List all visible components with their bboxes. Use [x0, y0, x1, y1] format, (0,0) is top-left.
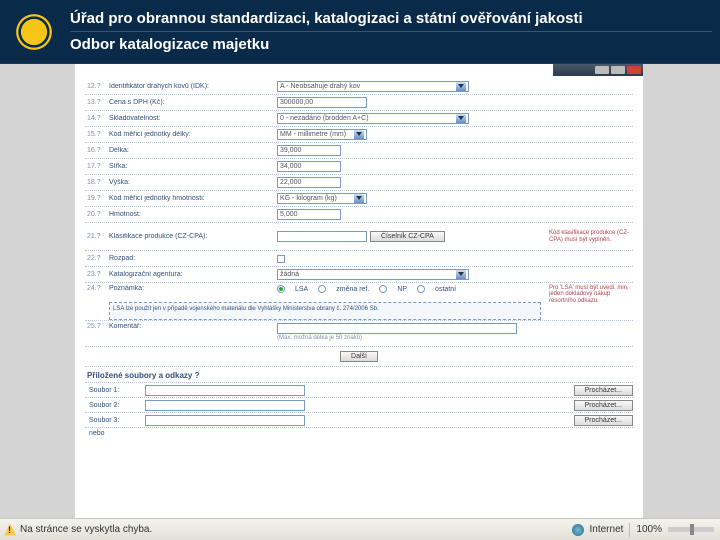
- cena-input[interactable]: [277, 97, 367, 108]
- cpa-browse-button[interactable]: Číselník CZ-CPA: [370, 231, 445, 242]
- row-rozpad: 22.? Rozpad:: [85, 250, 633, 266]
- poznamka-textbox[interactable]: LSA lze použít jen v případě vojenského …: [109, 302, 541, 320]
- agentura-select[interactable]: žádná: [277, 269, 469, 280]
- idk-select[interactable]: A - Neobsahuje drahý kov: [277, 81, 469, 92]
- radio-ostatni[interactable]: [417, 285, 425, 293]
- cpa-error: Kód klasifikace produkce (CZ-CPA) musí b…: [545, 230, 633, 243]
- close-button[interactable]: [627, 66, 641, 74]
- sirka-input[interactable]: [277, 161, 341, 172]
- internet-zone-icon: [572, 524, 584, 536]
- poznamka-options: LSA změna ref. NP ostatní: [277, 285, 456, 293]
- browser-window: 12.? Identifikátor drahých kovů (IDK): A…: [75, 64, 643, 518]
- file-row-1: Soubor 1: Procházet...: [85, 382, 633, 397]
- files-title: Přiložené soubory a odkazy ?: [85, 366, 633, 382]
- file-row-3: Soubor 3: Procházet...: [85, 412, 633, 427]
- row-delka-unit: 15.? Kód měřicí jednotky délky: MM - mil…: [85, 126, 633, 142]
- row-sklad: 14.? Skladovatelnost: 0 - nezadáno (brod…: [85, 110, 633, 126]
- row-idk: 12.? Identifikátor drahých kovů (IDK): A…: [85, 78, 633, 94]
- status-text: Na stránce se vyskytla chyba.: [20, 524, 152, 535]
- file3-browse-button[interactable]: Procházet...: [574, 415, 633, 426]
- radio-np[interactable]: [379, 285, 387, 293]
- internet-zone-label: Internet: [590, 524, 624, 535]
- poznamka-side-error: Pro 'LSA' musí být uvedl. min. jeden dok…: [545, 285, 633, 304]
- slide-header: Úřad pro obrannou standardizaci, katalog…: [0, 0, 720, 64]
- hmot-input[interactable]: [277, 209, 341, 220]
- row-hmot-unit: 19.? Kód měřicí jednotky hmotnosti: KG -…: [85, 190, 633, 206]
- header-line1: Úřad pro obrannou standardizaci, katalog…: [70, 10, 712, 32]
- delka-input[interactable]: [277, 145, 341, 156]
- submit-row: Další: [85, 346, 633, 366]
- komentar-hint: (Max. možná délka je 50 znaků): [277, 335, 362, 341]
- chevron-down-icon: [456, 114, 466, 123]
- row-hmot: 20.? Hmotnost:: [85, 206, 633, 222]
- chevron-down-icon: [456, 82, 466, 91]
- row-poznamka: 24.? Poznámka: LSA změna ref. NP ostatní…: [85, 282, 633, 298]
- vyska-input[interactable]: [277, 177, 341, 188]
- cpa-input[interactable]: [277, 231, 367, 242]
- row-agentura: 23.? Katalogizační agentura: žádná: [85, 266, 633, 282]
- zoom-slider[interactable]: [668, 527, 714, 532]
- sklad-select[interactable]: 0 - nezadáno (brodden A+C): [277, 113, 469, 124]
- chevron-down-icon: [456, 270, 466, 279]
- radio-zmena[interactable]: [318, 285, 326, 293]
- row-delka: 16.? Délka:: [85, 142, 633, 158]
- form: 12.? Identifikátor drahých kovů (IDK): A…: [85, 78, 633, 439]
- minimize-button[interactable]: [595, 66, 609, 74]
- warning-icon: [4, 524, 16, 536]
- row-sirka: 17.? Šířka:: [85, 158, 633, 174]
- file2-path[interactable]: [145, 400, 305, 411]
- zoom-label: 100%: [636, 524, 662, 535]
- komentar-input[interactable]: [277, 323, 517, 334]
- files-nebo: nebo: [85, 427, 633, 439]
- file1-path[interactable]: [145, 385, 305, 396]
- window-titlebar: [553, 64, 643, 76]
- row-vyska: 18.? Výška:: [85, 174, 633, 190]
- file1-browse-button[interactable]: Procházet...: [574, 385, 633, 396]
- row-cena: 13.? Cena s DPH (Kč):: [85, 94, 633, 110]
- maximize-button[interactable]: [611, 66, 625, 74]
- rozpad-checkbox[interactable]: [277, 255, 285, 263]
- header-line2: Odbor katalogizace majetku: [70, 36, 712, 53]
- slide-body: 12.? Identifikátor drahých kovů (IDK): A…: [0, 64, 720, 518]
- header-text: Úřad pro obrannou standardizaci, katalog…: [70, 10, 712, 53]
- hmot-unit-select[interactable]: KG - kilogram (kg): [277, 193, 367, 204]
- ie-status-bar: Na stránce se vyskytla chyba. Internet 1…: [0, 518, 720, 540]
- radio-lsa[interactable]: [277, 285, 285, 293]
- file-row-2: Soubor 2: Procházet...: [85, 397, 633, 412]
- chevron-down-icon: [354, 194, 364, 203]
- file3-path[interactable]: [145, 415, 305, 426]
- agency-logo: [8, 6, 60, 58]
- file2-browse-button[interactable]: Procházet...: [574, 400, 633, 411]
- row-cpa: 21.? Klasifikace produkce (CZ-CPA): Číse…: [85, 222, 633, 250]
- row-komentar: 25.? Komentář: (Max. možná délka je 50 z…: [85, 320, 633, 346]
- chevron-down-icon: [354, 130, 364, 139]
- delka-unit-select[interactable]: MM - millimetre (mm): [277, 129, 367, 140]
- next-button[interactable]: Další: [340, 351, 378, 362]
